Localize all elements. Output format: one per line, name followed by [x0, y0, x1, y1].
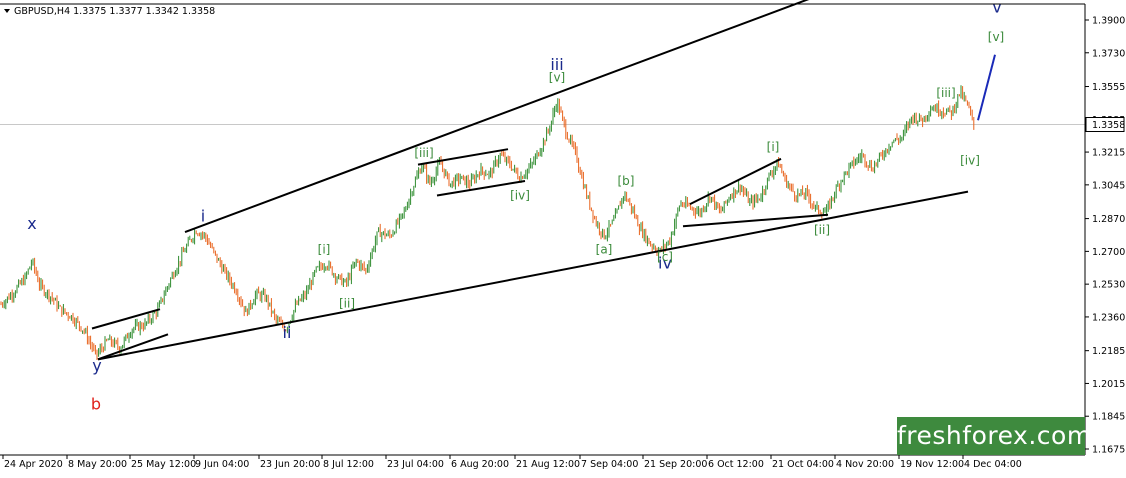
price-chart[interactable]: xybiiiiiiivv[i][ii][iii][iv][v][a][b][c]…	[0, 0, 1126, 474]
wave-label: [a]	[596, 242, 613, 256]
y-tick-label: 1.1845	[1092, 412, 1125, 423]
y-tick-label: 1.3730	[1092, 48, 1125, 59]
y-tick-label: 1.2015	[1092, 379, 1125, 390]
y-tick-label: 1.2360	[1092, 312, 1125, 323]
wave-label: x	[27, 214, 36, 233]
y-tick-label: 1.2185	[1092, 346, 1125, 357]
x-tick-label: 21 Oct 04:00	[772, 459, 834, 470]
wave-label: [i]	[767, 140, 780, 154]
wave-label: [iv]	[510, 188, 530, 202]
wave-label: ii	[283, 323, 292, 342]
wave-label: [ii]	[814, 223, 830, 237]
x-tick-label: 24 Apr 2020	[4, 459, 63, 470]
wave-label: [iv]	[960, 154, 980, 168]
x-tick-label: 19 Nov 12:00	[900, 459, 964, 470]
x-tick-label: 6 Oct 12:00	[708, 459, 764, 470]
x-tick-label: 7 Sep 04:00	[581, 459, 638, 470]
wave-label: [iii]	[414, 146, 433, 160]
y-tick-label: 1.3900	[1092, 16, 1125, 27]
y-tick-label: 1.2870	[1092, 214, 1125, 225]
wave-label: [b]	[618, 174, 635, 188]
current-price-tag: 1.3358	[1085, 117, 1125, 133]
x-tick-label: 8 Jul 12:00	[323, 459, 374, 470]
x-tick-label: 23 Jul 04:00	[387, 459, 444, 470]
wave-label: [ii]	[339, 296, 355, 310]
x-tick-label: 23 Jun 20:00	[260, 459, 320, 470]
symbol-header: GBPUSD,H4 1.3375 1.3377 1.3342 1.3358	[4, 6, 215, 17]
y-tick-label: 1.3045	[1092, 180, 1125, 191]
wave-label: b	[91, 394, 101, 413]
watermark-logo: freshforex.com	[897, 417, 1091, 455]
wave-label: [i]	[318, 242, 331, 256]
wave-label: v	[992, 0, 1001, 16]
x-tick-label: 8 May 20:00	[68, 459, 127, 470]
chart-area[interactable]: x y b i ii iii iv v [i] [ii] [iii] [iv] [v] [a] [b] [c]…	[0, 0, 1126, 474]
wave-label: [v]	[988, 30, 1004, 44]
wave-label: [iii]	[936, 86, 955, 100]
y-tick-label: 1.2530	[1092, 280, 1125, 291]
x-tick-label: 9 Jun 04:00	[195, 459, 249, 470]
symbol-info: GBPUSD,H4 1.3375 1.3377 1.3342 1.3358	[14, 6, 215, 17]
y-tick-label: 1.1675	[1092, 445, 1125, 456]
wave-label: y	[92, 356, 101, 375]
x-tick-label: 21 Sep 20:00	[644, 459, 707, 470]
x-tick-label: 21 Aug 12:00	[516, 459, 580, 470]
y-tick-label: 1.3555	[1092, 82, 1125, 93]
x-tick-label: 25 May 12:00	[131, 459, 196, 470]
y-tick-label: 1.2700	[1092, 247, 1125, 258]
x-tick-label: 6 Aug 20:00	[451, 459, 509, 470]
x-tick-label: 4 Nov 20:00	[836, 459, 894, 470]
wave-label: i	[201, 206, 205, 225]
price-tag-label: 1.3358	[1092, 120, 1125, 131]
wave-label: [c]	[657, 250, 673, 264]
wave-label: [v]	[549, 71, 565, 85]
x-tick-label: 4 Dec 04:00	[964, 459, 1022, 470]
y-tick-label: 1.3215	[1092, 148, 1125, 159]
